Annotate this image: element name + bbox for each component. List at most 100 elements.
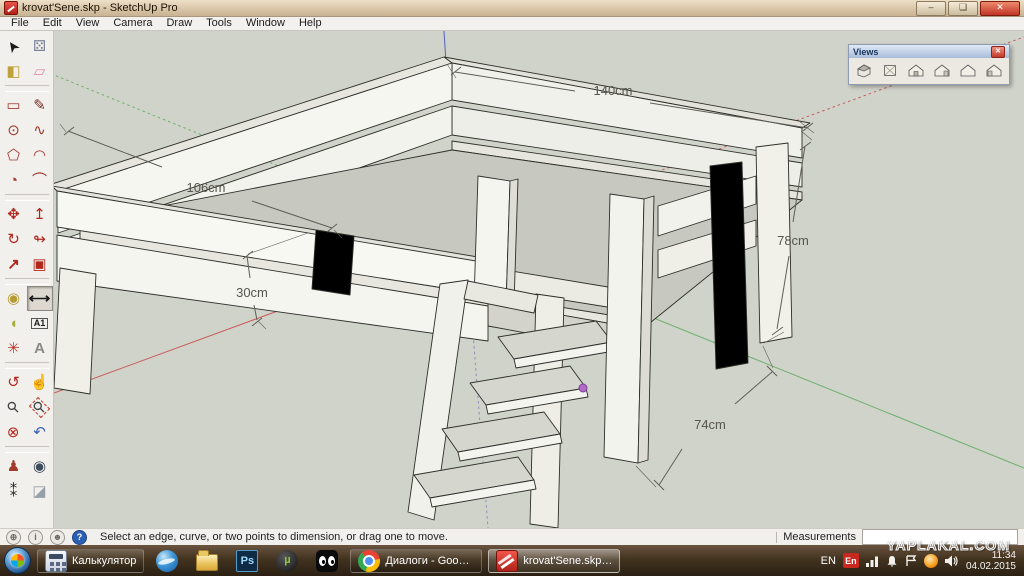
taskbar-button-sketchup[interactable]: krovat'Sene.skp - ... xyxy=(488,549,620,573)
paint-bucket-icon: ◧ xyxy=(6,64,20,79)
view-right-button[interactable] xyxy=(932,62,951,79)
language-badge[interactable]: En xyxy=(843,553,859,568)
close-button[interactable]: ✕ xyxy=(980,1,1020,16)
help-icon[interactable]: ? xyxy=(72,530,87,545)
dim-label-width[interactable]: 74cm xyxy=(694,417,726,432)
chrome-icon xyxy=(358,550,380,572)
push-pull-tool[interactable]: ↥ xyxy=(27,202,53,227)
minimize-button[interactable]: – xyxy=(916,1,946,16)
view-left-button[interactable] xyxy=(984,62,1003,79)
taskbar-item-explorer[interactable] xyxy=(190,551,224,571)
credits-icon[interactable]: i xyxy=(28,530,43,545)
follow-me-tool[interactable]: ↬ xyxy=(27,227,53,252)
section-plane-tool[interactable]: ◪ xyxy=(27,479,53,504)
views-close-button[interactable]: ✕ xyxy=(991,46,1005,58)
photoshop-badge: Ps xyxy=(237,551,257,572)
menu-tools[interactable]: Tools xyxy=(199,17,239,30)
zoom-tool[interactable]: ⚲ xyxy=(1,395,27,420)
taskbar-item-eyes-app[interactable] xyxy=(310,550,344,572)
view-front-button[interactable] xyxy=(907,62,926,79)
taskbar-items: Калькулятор Psµ Диалоги - Googl...krovat'S… xyxy=(37,549,620,573)
text-tool[interactable]: A1 xyxy=(27,311,53,336)
circle-icon: ⊙ xyxy=(7,123,20,138)
axes-tool[interactable]: ✳ xyxy=(1,336,27,361)
text-icon: A1 xyxy=(31,318,49,329)
line-tool[interactable]: ✎ xyxy=(27,93,53,118)
views-palette[interactable]: Views ✕ xyxy=(848,44,1010,85)
paint-bucket-tool[interactable]: ◧ xyxy=(1,59,27,84)
tape-measure-tool[interactable]: ◉ xyxy=(1,286,27,311)
orbit-tool[interactable]: ↺ xyxy=(1,370,27,395)
start-button[interactable] xyxy=(4,547,31,574)
pan-tool[interactable]: ☝ xyxy=(27,370,53,395)
taskbar-button-chrome[interactable]: Диалоги - Googl... xyxy=(350,549,482,573)
taskbar-item-google-earth[interactable] xyxy=(150,550,184,572)
menu-draw[interactable]: Draw xyxy=(159,17,199,30)
zoom-window-icon: ⚲ xyxy=(30,398,48,416)
arc-tool[interactable]: ◠ xyxy=(27,143,53,168)
zoom-extents-tool[interactable]: ⊕ xyxy=(1,420,27,445)
pie-tool[interactable]: ◔ xyxy=(1,168,27,193)
drawing-scene[interactable]: 140cm 106cm 78cm 30cm 74cm xyxy=(54,31,1024,528)
look-around-tool[interactable]: ◉ xyxy=(27,454,53,479)
views-palette-titlebar[interactable]: Views ✕ xyxy=(849,45,1009,58)
taskbar-button-calculator[interactable]: Калькулятор xyxy=(37,549,144,573)
move-tool[interactable]: ✥ xyxy=(1,202,27,227)
freehand-tool[interactable]: ∿ xyxy=(27,118,53,143)
walk-tool[interactable]: ⁑ xyxy=(1,479,27,504)
dim-label-clearance[interactable]: 30cm xyxy=(236,285,268,300)
arc-2pt-tool[interactable]: ⌒ xyxy=(27,168,53,193)
offset-tool[interactable]: ▣ xyxy=(27,252,53,277)
taskbar-item-utorrent[interactable]: µ xyxy=(270,550,304,572)
view-back-button[interactable] xyxy=(958,62,977,79)
zoom-window-tool[interactable]: ⚲ xyxy=(27,395,53,420)
title-bar[interactable]: krovat'Sene.skp - SketchUp Pro – ❏ ✕ xyxy=(0,0,1024,17)
toolbar-separator xyxy=(5,194,49,201)
menu-edit[interactable]: Edit xyxy=(36,17,69,30)
polygon-icon: ⬠ xyxy=(7,148,20,163)
circle-tool[interactable]: ⊙ xyxy=(1,118,27,143)
volume-icon[interactable] xyxy=(945,555,959,567)
view-top-button[interactable] xyxy=(881,62,900,79)
action-center-flag-icon[interactable] xyxy=(905,555,917,567)
maximize-button[interactable]: ❏ xyxy=(948,1,978,16)
sign-in-icon[interactable]: ☻ xyxy=(50,530,65,545)
network-icon[interactable] xyxy=(866,555,879,567)
rotate-tool[interactable]: ↻ xyxy=(1,227,27,252)
menu-view[interactable]: View xyxy=(69,17,107,30)
make-component-tool[interactable]: ⚄ xyxy=(27,34,53,59)
dim-label-height[interactable]: 78cm xyxy=(777,233,809,248)
eraser-tool[interactable]: ▱ xyxy=(27,59,53,84)
position-camera-tool[interactable]: ♟ xyxy=(1,454,27,479)
taskbar-item-photoshop[interactable]: Ps xyxy=(230,550,264,572)
main-area: ➤⚄◧▱▭✎⊙∿⬠◠◔⌒✥↥↻↬↗▣◉⟷◖A1✳A↺☝⚲⚲⊕↶♟◉⁑◪ xyxy=(0,31,1024,528)
notification-bell-icon[interactable] xyxy=(886,555,898,567)
arc-icon: ◠ xyxy=(33,148,46,163)
view-iso-button[interactable] xyxy=(855,62,874,79)
dim-label-left[interactable]: 106cm xyxy=(186,180,225,195)
menu-help[interactable]: Help xyxy=(292,17,329,30)
zoom-previous-tool[interactable]: ↶ xyxy=(27,420,53,445)
3d-text-tool[interactable]: A xyxy=(27,336,53,361)
status-bar: ⊕ i ☻? Select an edge, curve, or two point… xyxy=(0,528,1024,545)
menu-file[interactable]: File xyxy=(4,17,36,30)
rectangle-tool[interactable]: ▭ xyxy=(1,93,27,118)
freehand-icon: ∿ xyxy=(33,123,46,138)
modeling-canvas[interactable]: 140cm 106cm 78cm 30cm 74cm Views ✕ xyxy=(54,31,1024,528)
status-message: Select an edge, curve, or two points to … xyxy=(100,531,448,543)
arc-2pt-icon: ⌒ xyxy=(32,173,47,188)
menu-window[interactable]: Window xyxy=(239,17,292,30)
geolocation-icon[interactable]: ⊕ xyxy=(6,530,21,545)
menu-camera[interactable]: Camera xyxy=(106,17,159,30)
dimension-tool[interactable]: ⟷ xyxy=(27,286,53,311)
watermark: YAPLAKAL.COM xyxy=(887,537,1011,553)
push-pull-icon: ↥ xyxy=(33,207,46,222)
rotate-icon: ↻ xyxy=(7,232,20,247)
scale-tool[interactable]: ↗ xyxy=(1,252,27,277)
dim-label-length[interactable]: 140cm xyxy=(593,83,632,98)
tray-app-icon[interactable] xyxy=(924,554,938,568)
language-indicator[interactable]: EN xyxy=(821,555,836,567)
polygon-tool[interactable]: ⬠ xyxy=(1,143,27,168)
protractor-tool[interactable]: ◖ xyxy=(1,311,27,336)
select-tool[interactable]: ➤ xyxy=(1,34,27,59)
